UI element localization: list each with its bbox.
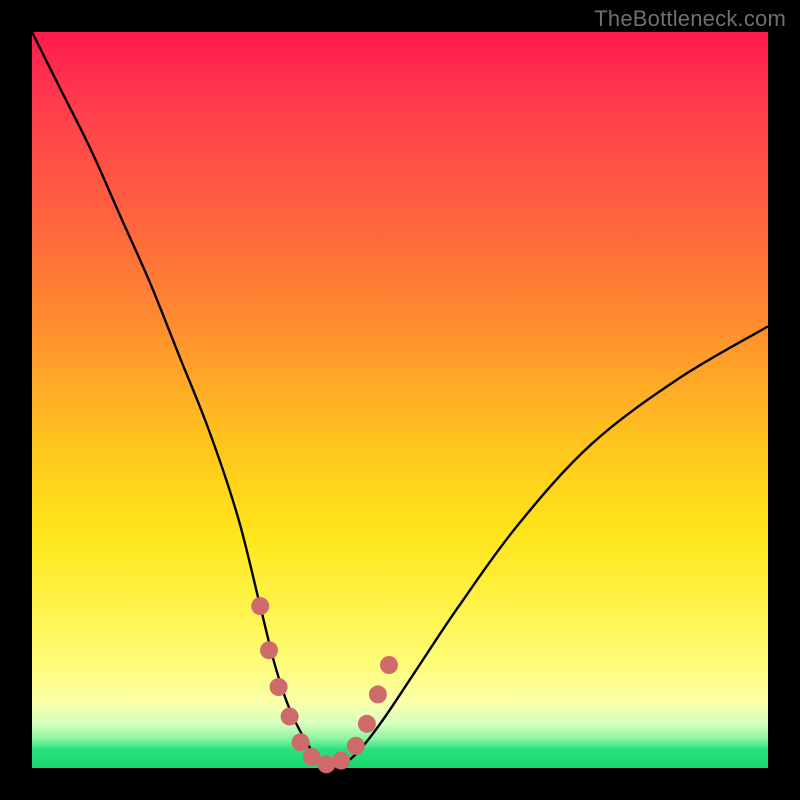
highlight-dot <box>260 641 278 659</box>
highlight-dot <box>380 656 398 674</box>
highlight-dot <box>292 733 310 751</box>
bottleneck-curve-path <box>32 32 768 768</box>
highlight-dot <box>358 715 376 733</box>
chart-root: TheBottleneck.com <box>0 0 800 800</box>
watermark-text: TheBottleneck.com <box>594 6 786 32</box>
curve-layer <box>32 32 768 768</box>
bottleneck-curve <box>32 32 768 768</box>
highlight-dot <box>281 708 299 726</box>
highlight-dot <box>347 737 365 755</box>
highlight-dots <box>251 597 398 773</box>
highlight-dot <box>251 597 269 615</box>
highlight-dot <box>270 678 288 696</box>
plot-area <box>32 32 768 768</box>
highlight-dot <box>369 685 387 703</box>
highlight-dot <box>332 752 350 770</box>
